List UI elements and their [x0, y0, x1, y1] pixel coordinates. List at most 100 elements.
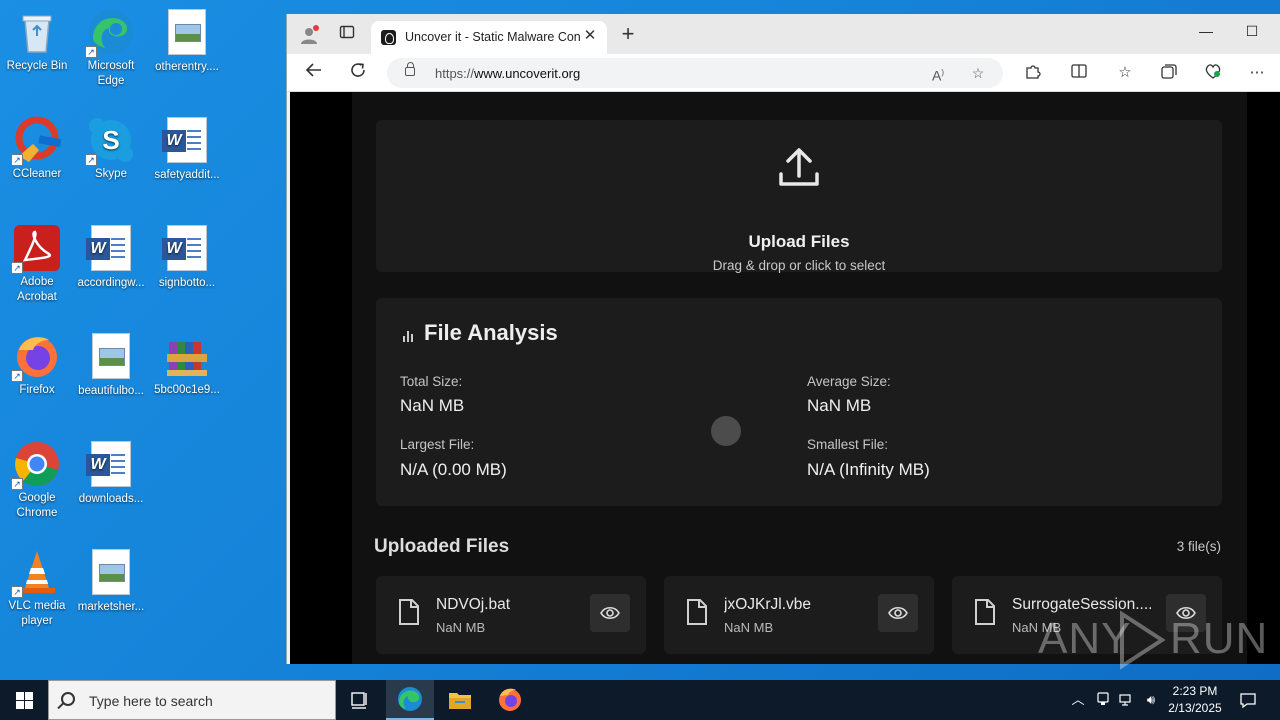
view-file-button[interactable] [878, 594, 918, 632]
desktop-icon-label: marketsher... [77, 601, 145, 613]
clock-time: 2:23 PM [1172, 684, 1218, 698]
taskbar-search-box[interactable]: Type here to search [48, 680, 336, 720]
total-size-value: NaN MB [400, 396, 465, 415]
desktop-icon-vlc[interactable]: ↗ VLC media player [0, 548, 74, 629]
desktop-icon-image-doc[interactable]: marketsher... [74, 548, 148, 615]
desktop-icon-label: 5bc00c1e9... [154, 384, 220, 396]
tab-active[interactable]: Uncover it - Static Malware Confi ✕ [371, 21, 607, 54]
file-name: NDVOj.bat [436, 596, 511, 613]
google-chrome-icon: ↗ [11, 440, 61, 490]
bar-chart-icon [403, 330, 415, 342]
uploaded-files-title: Uploaded Files [374, 536, 510, 557]
desktop-icon-word-doc[interactable]: W accordingw... [74, 224, 148, 291]
windows-start-icon[interactable] [0, 680, 48, 720]
shortcut-arrow-icon: ↗ [11, 262, 23, 274]
file-size: NaN MB [436, 620, 486, 635]
desktop-icon-archive[interactable]: 5bc00c1e9... [150, 332, 224, 398]
desktop-icon-firefox[interactable]: ↗ Firefox [0, 332, 74, 398]
minimize-icon[interactable]: — [1183, 20, 1229, 42]
mouse-cursor-indicator [711, 416, 741, 446]
file-name: jxOJKrJl.vbe [724, 596, 811, 613]
view-file-button[interactable] [590, 594, 630, 632]
file-card[interactable]: jxOJKrJl.vbe NaN MB [664, 576, 934, 654]
skype-icon: S ↗ [85, 116, 135, 166]
desktop-icon-label: Google Chrome [16, 492, 58, 519]
url-text: https://www.uncoverit.org [435, 66, 581, 81]
word-document-icon: W [86, 225, 135, 273]
edge-browser-window: Uncover it - Static Malware Confi ✕ + — … [286, 14, 1280, 664]
desktop-icon-word-doc[interactable]: W safetyaddit... [150, 116, 224, 183]
shortcut-arrow-icon: ↗ [85, 154, 97, 166]
firefox-icon: ↗ [11, 332, 61, 382]
desktop-icon-image-doc[interactable]: otherentry.... [150, 8, 224, 75]
desktop-icon-label: downloads... [78, 493, 144, 505]
read-aloud-icon[interactable]: A) [927, 63, 949, 84]
file-analysis-title: File Analysis [424, 320, 558, 345]
taskbar-firefox-icon[interactable] [486, 680, 534, 720]
desktop-icon-label: accordingw... [77, 277, 145, 289]
file-card[interactable]: NDVOj.bat NaN MB [376, 576, 646, 654]
new-tab-plus-icon[interactable]: + [617, 23, 639, 46]
collections-icon[interactable] [1157, 62, 1181, 84]
profile-icon[interactable] [297, 24, 321, 48]
file-icon [686, 598, 708, 626]
desktop-icon-image-doc[interactable]: beautifulbo... [74, 332, 148, 399]
upload-title: Upload Files [748, 232, 850, 251]
clock-date: 2/13/2025 [1168, 701, 1222, 715]
file-icon [974, 598, 996, 626]
taskbar-clock[interactable]: 2:23 PM 2/13/2025 [1160, 683, 1230, 717]
desktop-icon-recycle-bin[interactable]: Recycle Bin [0, 8, 74, 74]
task-view-icon[interactable] [336, 680, 384, 720]
desktop-icon-word-doc[interactable]: W downloads... [74, 440, 148, 507]
shortcut-arrow-icon: ↗ [11, 478, 23, 490]
favorite-star-icon[interactable]: ☆ [967, 63, 989, 83]
search-placeholder: Type here to search [89, 693, 213, 709]
tab-title: Uncover it - Static Malware Confi [405, 30, 580, 44]
desktop-icon-adobe-acrobat[interactable]: ↗ Adobe Acrobat [0, 224, 74, 305]
tab-actions-icon[interactable] [335, 24, 359, 48]
url-omnibox[interactable]: https://www.uncoverit.org A) ☆ [387, 58, 1003, 88]
refresh-icon[interactable] [345, 61, 371, 85]
maximize-icon[interactable]: ☐ [1229, 20, 1275, 42]
back-arrow-icon[interactable] [301, 61, 327, 85]
favorites-icon[interactable]: ☆ [1113, 62, 1137, 84]
eye-icon [888, 606, 908, 620]
file-analysis-card: File Analysis Total Size: NaN MB Average… [376, 298, 1222, 506]
tab-bar: Uncover it - Static Malware Confi ✕ + — … [287, 14, 1280, 54]
volume-icon[interactable]: 🔊︎ [1142, 691, 1160, 709]
desktop-icon-microsoft-edge[interactable]: ↗ Microsoft Edge [74, 8, 148, 89]
page-main-column: Upload Files Drag & drop or click to sel… [352, 92, 1247, 664]
lock-icon[interactable] [405, 62, 415, 76]
desktop-icon-ccleaner[interactable]: ↗ CCleaner [0, 116, 74, 182]
desktop-icon-label: safetyaddit... [154, 169, 220, 181]
network-icon[interactable] [1118, 691, 1136, 709]
desktop-icon-google-chrome[interactable]: ↗ Google Chrome [0, 440, 74, 521]
desktop-icon-skype[interactable]: S ↗ Skype [74, 116, 148, 182]
tab-close-icon[interactable]: ✕ [581, 27, 599, 45]
word-document-icon: W [162, 117, 211, 165]
notifications-icon[interactable] [1238, 691, 1258, 709]
browser-essentials-icon[interactable] [1201, 62, 1225, 84]
eye-icon [600, 606, 620, 620]
taskbar-edge-icon[interactable] [386, 680, 434, 720]
split-screen-icon[interactable] [1067, 62, 1091, 84]
desktop-icon-word-doc[interactable]: W signbotto... [150, 224, 224, 291]
anyrun-watermark: ANY RUN [1038, 604, 1267, 674]
address-bar-row: https://www.uncoverit.org A) ☆ ☆ ⋯ [287, 54, 1280, 92]
file-explorer-icon[interactable] [436, 680, 484, 720]
play-triangle-icon [1120, 610, 1166, 670]
tray-overflow-chevron-icon[interactable]: ︿ [1070, 691, 1086, 709]
uncoverit-favicon-icon [381, 30, 396, 45]
desktop-icon-label: Firefox [19, 384, 55, 396]
upload-dropzone[interactable]: Upload Files Drag & drop or click to sel… [376, 120, 1222, 273]
more-options-icon[interactable]: ⋯ [1245, 62, 1269, 84]
smallest-file-label: Smallest File: [807, 437, 889, 452]
image-file-icon [163, 9, 211, 57]
web-page-viewport: Upload Files Drag & drop or click to sel… [290, 92, 1280, 664]
svg-text:S: S [102, 125, 119, 155]
largest-file-label: Largest File: [400, 437, 475, 452]
shortcut-arrow-icon: ↗ [11, 154, 23, 166]
largest-file-value: N/A (0.00 MB) [400, 460, 507, 479]
tray-device-icon[interactable] [1094, 691, 1112, 709]
extensions-icon[interactable] [1021, 62, 1045, 84]
